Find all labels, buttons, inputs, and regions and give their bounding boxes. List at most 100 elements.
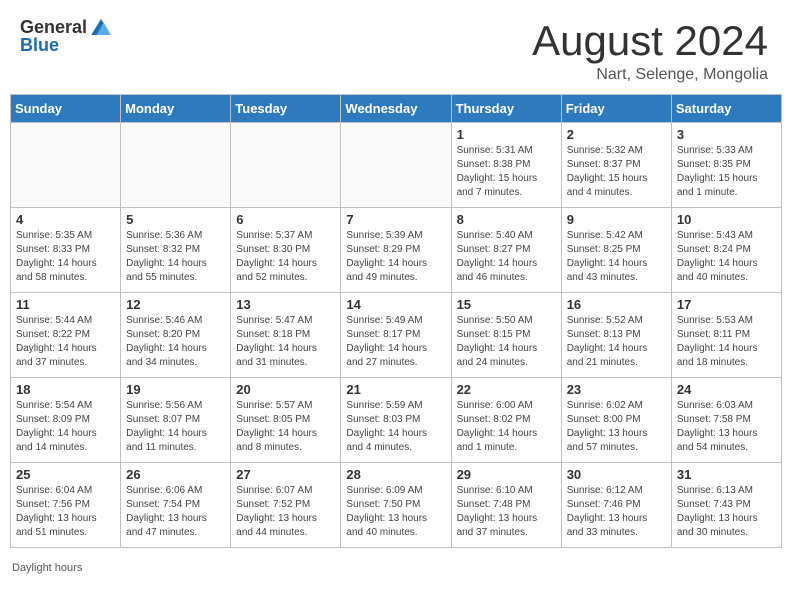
day-info: Sunrise: 6:00 AMSunset: 8:02 PMDaylight:… [457, 399, 556, 455]
day-info: Sunrise: 5:46 AMSunset: 8:20 PMDaylight:… [126, 314, 225, 370]
day-number: 20 [236, 382, 335, 397]
calendar-cell: 4Sunrise: 5:35 AMSunset: 8:33 PMDaylight… [11, 208, 121, 293]
calendar-cell: 9Sunrise: 5:42 AMSunset: 8:25 PMDaylight… [561, 208, 671, 293]
day-info: Sunrise: 5:53 AMSunset: 8:11 PMDaylight:… [677, 314, 776, 370]
day-number: 16 [567, 297, 666, 312]
day-number: 15 [457, 297, 556, 312]
calendar-cell: 28 Sunrise: 6:09 AMSunset: 7:50 PMDayligh… [341, 463, 451, 548]
day-info: Sunrise: 5:50 AMSunset: 8:15 PMDaylight:… [457, 314, 556, 370]
day-number: 2 [567, 127, 666, 142]
weekday-header-monday: Monday [121, 95, 231, 123]
calendar-table: SundayMondayTuesdayWednesdayThursdayFrid… [10, 94, 782, 548]
weekday-header-tuesday: Tuesday [231, 95, 341, 123]
calendar-cell: 26 Sunrise: 6:06 AMSunset: 7:54 PMDayligh… [121, 463, 231, 548]
calendar-cell: 23 Sunrise: 6:02 AMSunset: 8:00 PMDayligh… [561, 378, 671, 463]
calendar-cell: 8Sunrise: 5:40 AMSunset: 8:27 PMDaylight… [451, 208, 561, 293]
day-info: Sunrise: 5:33 AMSunset: 8:35 PMDaylight:… [677, 144, 776, 200]
calendar-week-4: 18Sunrise: 5:54 AMSunset: 8:09 PMDayligh… [11, 378, 782, 463]
day-info: Sunrise: 5:43 AMSunset: 8:24 PMDaylight:… [677, 229, 776, 285]
day-number: 17 [677, 297, 776, 312]
calendar-cell: 5 Sunrise: 5:36 AMSunset: 8:32 PMDaylight… [121, 208, 231, 293]
calendar-cell: 24 Sunrise: 6:03 AMSunset: 7:58 PMDayligh… [671, 378, 781, 463]
calendar-cell: 14 Sunrise: 5:49 AMSunset: 8:17 PMDayligh… [341, 293, 451, 378]
weekday-header-wednesday: Wednesday [341, 95, 451, 123]
calendar-cell: 12 Sunrise: 5:46 AMSunset: 8:20 PMDayligh… [121, 293, 231, 378]
calendar-cell: 1 Sunrise: 5:31 AMSunset: 8:38 PMDaylight… [451, 123, 561, 208]
day-number: 5 [126, 212, 225, 227]
logo: General Blue [20, 18, 111, 54]
day-info: Sunrise: 6:06 AMSunset: 7:54 PMDaylight:… [126, 484, 225, 540]
logo-general-text: General [20, 18, 87, 36]
calendar-cell: 22 Sunrise: 6:00 AMSunset: 8:02 PMDayligh… [451, 378, 561, 463]
day-info: Sunrise: 5:37 AMSunset: 8:30 PMDaylight:… [236, 229, 335, 285]
weekday-header-row: SundayMondayTuesdayWednesdayThursdayFrid… [11, 95, 782, 123]
calendar-cell [231, 123, 341, 208]
calendar-cell: 7Sunrise: 5:39 AMSunset: 8:29 PMDaylight… [341, 208, 451, 293]
calendar-cell: 30 Sunrise: 6:12 AMSunset: 7:46 PMDayligh… [561, 463, 671, 548]
calendar-cell: 6 Sunrise: 5:37 AMSunset: 8:30 PMDaylight… [231, 208, 341, 293]
day-number: 31 [677, 467, 776, 482]
day-info: Sunrise: 6:02 AMSunset: 8:00 PMDaylight:… [567, 399, 666, 455]
day-number: 27 [236, 467, 335, 482]
weekday-header-thursday: Thursday [451, 95, 561, 123]
day-number: 23 [567, 382, 666, 397]
day-number: 25 [16, 467, 115, 482]
day-info: Sunrise: 5:49 AMSunset: 8:17 PMDaylight:… [346, 314, 445, 370]
day-info: Sunrise: 5:59 AMSunset: 8:03 PMDaylight:… [346, 399, 445, 455]
day-info: Sunrise: 5:52 AMSunset: 8:13 PMDaylight:… [567, 314, 666, 370]
day-number: 1 [457, 127, 556, 142]
weekday-header-saturday: Saturday [671, 95, 781, 123]
location-title: Nart, Selenge, Mongolia [532, 66, 768, 84]
logo-blue-text: Blue [20, 36, 59, 54]
day-number: 28 [346, 467, 445, 482]
day-info: Sunrise: 6:10 AMSunset: 7:48 PMDaylight:… [457, 484, 556, 540]
day-info: Sunrise: 6:07 AMSunset: 7:52 PMDaylight:… [236, 484, 335, 540]
day-number: 26 [126, 467, 225, 482]
day-number: 14 [346, 297, 445, 312]
day-number: 13 [236, 297, 335, 312]
calendar-cell [11, 123, 121, 208]
calendar-cell [341, 123, 451, 208]
day-info: Sunrise: 5:42 AMSunset: 8:25 PMDaylight:… [567, 229, 666, 285]
calendar-week-3: 11Sunrise: 5:44 AMSunset: 8:22 PMDayligh… [11, 293, 782, 378]
calendar-cell: 25 Sunrise: 6:04 AMSunset: 7:56 PMDayligh… [11, 463, 121, 548]
day-number: 19 [126, 382, 225, 397]
calendar-cell: 11Sunrise: 5:44 AMSunset: 8:22 PMDayligh… [11, 293, 121, 378]
logo-icon [91, 19, 111, 35]
day-number: 6 [236, 212, 335, 227]
calendar-week-1: 1 Sunrise: 5:31 AMSunset: 8:38 PMDaylight… [11, 123, 782, 208]
day-number: 3 [677, 127, 776, 142]
day-number: 24 [677, 382, 776, 397]
weekday-header-friday: Friday [561, 95, 671, 123]
calendar-cell [121, 123, 231, 208]
day-info: Sunrise: 5:31 AMSunset: 8:38 PMDaylight:… [457, 144, 556, 200]
day-info: Sunrise: 5:32 AMSunset: 8:37 PMDaylight:… [567, 144, 666, 200]
title-area: August 2024 Nart, Selenge, Mongolia [532, 18, 768, 84]
day-info: Sunrise: 6:04 AMSunset: 7:56 PMDaylight:… [16, 484, 115, 540]
calendar-cell: 31Sunrise: 6:13 AMSunset: 7:43 PMDayligh… [671, 463, 781, 548]
day-info: Sunrise: 6:03 AMSunset: 7:58 PMDaylight:… [677, 399, 776, 455]
day-number: 21 [346, 382, 445, 397]
calendar-cell: 3 Sunrise: 5:33 AMSunset: 8:35 PMDaylight… [671, 123, 781, 208]
day-info: Sunrise: 6:09 AMSunset: 7:50 PMDaylight:… [346, 484, 445, 540]
calendar-cell: 19Sunrise: 5:56 AMSunset: 8:07 PMDayligh… [121, 378, 231, 463]
calendar-cell: 27 Sunrise: 6:07 AMSunset: 7:52 PMDayligh… [231, 463, 341, 548]
day-info: Sunrise: 5:47 AMSunset: 8:18 PMDaylight:… [236, 314, 335, 370]
day-number: 22 [457, 382, 556, 397]
calendar-cell: 18Sunrise: 5:54 AMSunset: 8:09 PMDayligh… [11, 378, 121, 463]
calendar-cell: 20 Sunrise: 5:57 AMSunset: 8:05 PMDayligh… [231, 378, 341, 463]
day-info: Sunrise: 5:39 AMSunset: 8:29 PMDaylight:… [346, 229, 445, 285]
calendar-cell: 13 Sunrise: 5:47 AMSunset: 8:18 PMDayligh… [231, 293, 341, 378]
day-number: 11 [16, 297, 115, 312]
day-info: Sunrise: 6:12 AMSunset: 7:46 PMDaylight:… [567, 484, 666, 540]
page-header: General Blue August 2024 Nart, Selenge, … [0, 0, 792, 94]
day-info: Sunrise: 5:35 AMSunset: 8:33 PMDaylight:… [16, 229, 115, 285]
day-info: Sunrise: 5:57 AMSunset: 8:05 PMDaylight:… [236, 399, 335, 455]
day-number: 30 [567, 467, 666, 482]
day-number: 10 [677, 212, 776, 227]
calendar-cell: 2 Sunrise: 5:32 AMSunset: 8:37 PMDaylight… [561, 123, 671, 208]
day-number: 12 [126, 297, 225, 312]
calendar-wrapper: SundayMondayTuesdayWednesdayThursdayFrid… [0, 94, 792, 558]
day-info: Sunrise: 5:36 AMSunset: 8:32 PMDaylight:… [126, 229, 225, 285]
calendar-week-5: 25 Sunrise: 6:04 AMSunset: 7:56 PMDayligh… [11, 463, 782, 548]
